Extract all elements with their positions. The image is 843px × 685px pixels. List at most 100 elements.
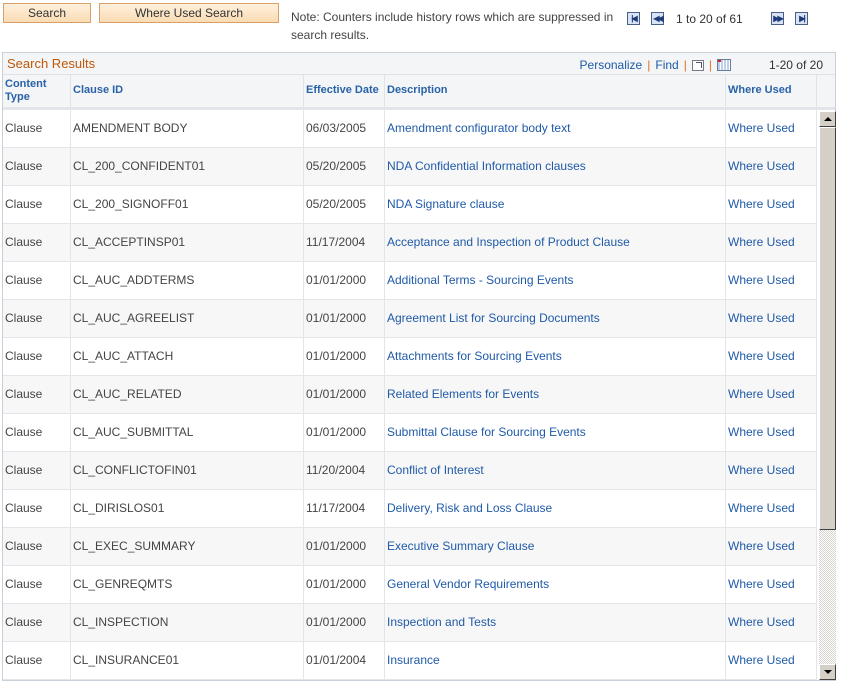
table-row: Clause CL_AUC_SUBMITTAL 01/01/2000 Submitta… bbox=[3, 414, 817, 452]
description-link[interactable]: Submittal Clause for Sourcing Events bbox=[385, 414, 726, 451]
table-row: Clause AMENDMENT BODY 06/03/2005 Amendment … bbox=[3, 110, 817, 148]
clause-id-cell: CL_INSURANCE01 bbox=[71, 642, 304, 679]
find-link[interactable]: Find bbox=[655, 58, 678, 72]
where-used-link[interactable]: Where Used bbox=[726, 490, 817, 527]
description-link[interactable]: Agreement List for Sourcing Documents bbox=[385, 300, 726, 337]
content-type-cell: Clause bbox=[3, 300, 71, 337]
next-page-icon[interactable]: ▶▶ bbox=[771, 12, 784, 25]
description-link[interactable]: Related Elements for Events bbox=[385, 376, 726, 413]
new-window-icon[interactable] bbox=[691, 59, 704, 71]
description-link[interactable]: Acceptance and Inspection of Product Cla… bbox=[385, 224, 726, 261]
where-used-link[interactable]: Where Used bbox=[726, 338, 817, 375]
description-link[interactable]: Amendment configurator body text bbox=[385, 110, 726, 147]
effective-date-cell: 01/01/2000 bbox=[304, 338, 385, 375]
scroll-up-arrow-icon[interactable] bbox=[819, 111, 836, 127]
description-link[interactable]: Additional Terms - Sourcing Events bbox=[385, 262, 726, 299]
column-header-effective-date[interactable]: Effective Date bbox=[304, 75, 385, 107]
where-used-link[interactable]: Where Used bbox=[726, 642, 817, 679]
download-spreadsheet-icon[interactable] bbox=[716, 59, 731, 71]
column-header-description[interactable]: Description bbox=[385, 75, 726, 107]
description-link[interactable]: NDA Signature clause bbox=[385, 186, 726, 223]
grid-toolbar: Personalize | Find | | 1-20 of 20 bbox=[580, 58, 823, 72]
effective-date-cell: 01/01/2004 bbox=[304, 642, 385, 679]
column-header-spacer bbox=[817, 75, 835, 107]
where-used-link[interactable]: Where Used bbox=[726, 262, 817, 299]
content-type-cell: Clause bbox=[3, 414, 71, 451]
effective-date-cell: 11/20/2004 bbox=[304, 452, 385, 489]
clause-id-cell: CL_EXEC_SUMMARY bbox=[71, 528, 304, 565]
row-range: 1-20 of 20 bbox=[768, 58, 823, 72]
table-row: Clause CL_CONFLICTOFIN01 11/20/2004 Conflic… bbox=[3, 452, 817, 490]
clause-id-cell: CL_200_CONFIDENT01 bbox=[71, 148, 304, 185]
scroll-down-arrow-icon[interactable] bbox=[819, 664, 836, 680]
separator: | bbox=[647, 58, 651, 72]
previous-page-icon[interactable]: ◀◀ bbox=[651, 12, 664, 25]
content-type-cell: Clause bbox=[3, 148, 71, 185]
table-row: Clause CL_200_CONFIDENT01 05/20/2005 NDA Co… bbox=[3, 148, 817, 186]
column-header-clause-id[interactable]: Clause ID bbox=[71, 75, 304, 107]
description-link[interactable]: Insurance bbox=[385, 642, 726, 679]
where-used-link[interactable]: Where Used bbox=[726, 300, 817, 337]
description-link[interactable]: Executive Summary Clause bbox=[385, 528, 726, 565]
where-used-link[interactable]: Where Used bbox=[726, 414, 817, 451]
effective-date-cell: 01/01/2000 bbox=[304, 566, 385, 603]
where-used-link[interactable]: Where Used bbox=[726, 604, 817, 641]
clause-id-cell: CL_200_SIGNOFF01 bbox=[71, 186, 304, 223]
grid-title: Search Results bbox=[7, 56, 96, 71]
effective-date-cell: 11/17/2004 bbox=[304, 224, 385, 261]
where-used-link[interactable]: Where Used bbox=[726, 452, 817, 489]
effective-date-cell: 01/01/2000 bbox=[304, 414, 385, 451]
first-page-icon[interactable]: |◀ bbox=[627, 12, 640, 25]
where-used-link[interactable]: Where Used bbox=[726, 376, 817, 413]
counter-note: Note: Counters include history rows whic… bbox=[291, 10, 614, 42]
where-used-link[interactable]: Where Used bbox=[726, 148, 817, 185]
clause-id-cell: CL_DIRISLOS01 bbox=[71, 490, 304, 527]
table-row: Clause CL_AUC_AGREELIST 01/01/2000 Agreemen… bbox=[3, 300, 817, 338]
description-link[interactable]: Delivery, Risk and Loss Clause bbox=[385, 490, 726, 527]
description-link[interactable]: Inspection and Tests bbox=[385, 604, 726, 641]
scroll-thumb[interactable] bbox=[819, 127, 836, 530]
last-page-icon[interactable]: ▶| bbox=[795, 12, 808, 25]
clause-id-cell: CL_ACCEPTINSP01 bbox=[71, 224, 304, 261]
description-link[interactable]: Attachments for Sourcing Events bbox=[385, 338, 726, 375]
where-used-link[interactable]: Where Used bbox=[726, 224, 817, 261]
content-type-cell: Clause bbox=[3, 224, 71, 261]
description-link[interactable]: NDA Confidential Information clauses bbox=[385, 148, 726, 185]
effective-date-cell: 01/01/2000 bbox=[304, 604, 385, 641]
where-used-link[interactable]: Where Used bbox=[726, 186, 817, 223]
content-type-cell: Clause bbox=[3, 490, 71, 527]
clause-id-cell: CL_AUC_SUBMITTAL bbox=[71, 414, 304, 451]
where-used-search-button[interactable]: Where Used Search bbox=[99, 3, 279, 23]
description-link[interactable]: Conflict of Interest bbox=[385, 452, 726, 489]
separator: | bbox=[708, 58, 712, 72]
where-used-link[interactable]: Where Used bbox=[726, 566, 817, 603]
where-used-link[interactable]: Where Used bbox=[726, 110, 817, 147]
clause-id-cell: CL_CONFLICTOFIN01 bbox=[71, 452, 304, 489]
clause-id-cell: CL_AUC_RELATED bbox=[71, 376, 304, 413]
content-type-cell: Clause bbox=[3, 642, 71, 679]
search-button[interactable]: Search bbox=[3, 3, 91, 23]
grid-header-bar: Search Results Personalize | Find | | 1-… bbox=[3, 53, 835, 75]
effective-date-cell: 01/01/2000 bbox=[304, 528, 385, 565]
clause-id-cell: CL_AUC_ATTACH bbox=[71, 338, 304, 375]
table-row: Clause CL_ACCEPTINSP01 11/17/2004 Acceptanc… bbox=[3, 224, 817, 262]
column-header-where-used[interactable]: Where Used bbox=[726, 75, 817, 107]
personalize-link[interactable]: Personalize bbox=[580, 58, 643, 72]
page-counter: 1 to 20 of 61 bbox=[676, 12, 743, 26]
table-row: Clause CL_200_SIGNOFF01 05/20/2005 NDA Sign… bbox=[3, 186, 817, 224]
table-row: Clause CL_AUC_RELATED 01/01/2000 Related El… bbox=[3, 376, 817, 414]
where-used-link[interactable]: Where Used bbox=[726, 528, 817, 565]
table-row: Clause CL_INSURANCE01 01/01/2004 Insurance W… bbox=[3, 642, 817, 680]
table-row: Clause CL_DIRISLOS01 11/17/2004 Delivery, R… bbox=[3, 490, 817, 528]
effective-date-cell: 05/20/2005 bbox=[304, 148, 385, 185]
table-row: Clause CL_AUC_ATTACH 01/01/2000 Attachments… bbox=[3, 338, 817, 376]
separator: | bbox=[683, 58, 687, 72]
content-type-cell: Clause bbox=[3, 604, 71, 641]
column-header-content-type[interactable]: Content Type bbox=[3, 75, 71, 107]
description-link[interactable]: General Vendor Requirements bbox=[385, 566, 726, 603]
effective-date-cell: 11/17/2004 bbox=[304, 490, 385, 527]
content-type-cell: Clause bbox=[3, 566, 71, 603]
vertical-scrollbar[interactable] bbox=[819, 111, 836, 680]
clause-id-cell: CL_INSPECTION bbox=[71, 604, 304, 641]
effective-date-cell: 01/01/2000 bbox=[304, 262, 385, 299]
